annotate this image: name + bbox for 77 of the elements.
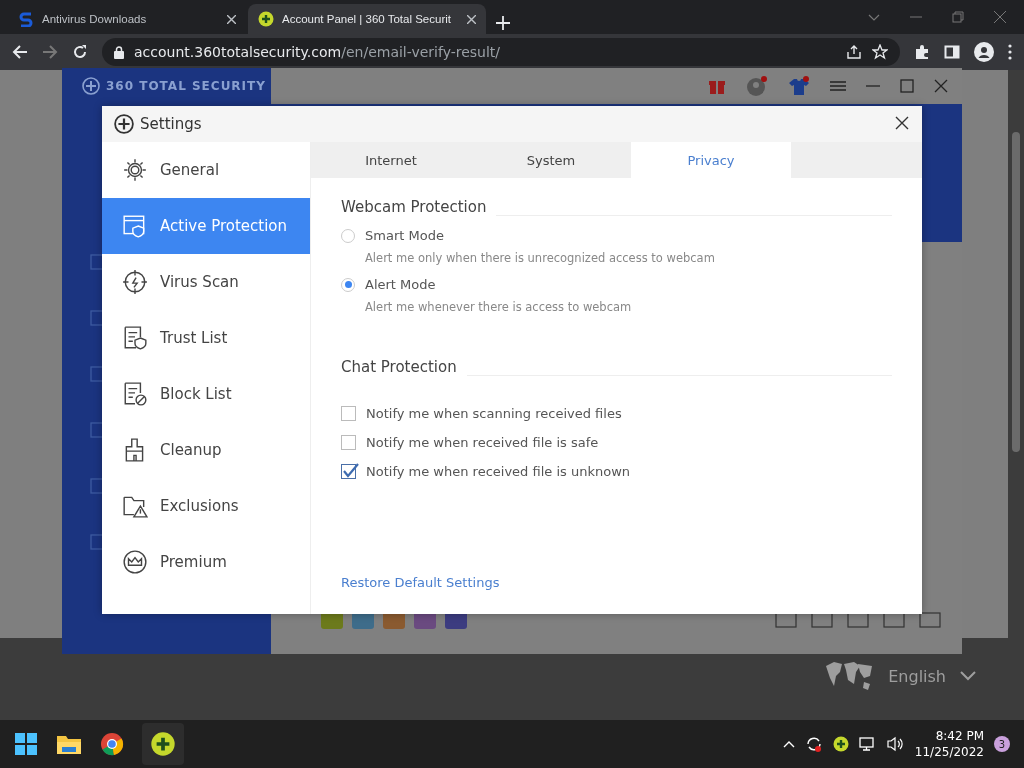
sync-icon[interactable] xyxy=(804,735,823,753)
close-icon[interactable] xyxy=(934,79,948,93)
clock-date[interactable]: 11/25/2022 xyxy=(914,744,984,760)
nav-icon xyxy=(122,549,148,575)
maximize-icon[interactable] xyxy=(900,79,914,93)
forward-icon[interactable] xyxy=(42,44,58,60)
notification-badge[interactable]: 3 xyxy=(994,736,1010,752)
brand-name: 360 TOTAL SECURITY xyxy=(106,79,266,93)
start-icon[interactable] xyxy=(14,732,38,756)
clock-time[interactable]: 8:42 PM xyxy=(935,728,984,744)
browser-tab[interactable]: Account Panel | 360 Total Securit xyxy=(248,4,486,34)
puzzle-icon[interactable] xyxy=(914,44,930,60)
radio-label: Alert Mode xyxy=(365,277,436,292)
lock-icon xyxy=(114,45,124,59)
close-icon[interactable] xyxy=(994,11,1006,23)
shield-plus-icon[interactable] xyxy=(142,723,184,765)
settings-tab[interactable]: System xyxy=(471,142,631,178)
profile-icon[interactable] xyxy=(974,42,994,62)
option-description: Alert me only when there is unrecognized access to webcam xyxy=(365,251,716,265)
logo-icon xyxy=(114,114,134,134)
option-description: Alert me whenever there is access to webcam xyxy=(365,300,633,314)
checkbox-label: Notify me when received file is unknown xyxy=(366,464,630,479)
nav-icon xyxy=(122,269,148,295)
nav-item[interactable]: Exclusions xyxy=(102,478,310,534)
shield-plus-icon[interactable] xyxy=(832,736,849,752)
url-text: account.360totalsecurity.com/en/email-verify-result/ xyxy=(134,44,501,60)
logo-icon xyxy=(82,77,100,95)
restore-defaults-link[interactable]: Restore Default Settings xyxy=(341,575,500,590)
menu-icon[interactable] xyxy=(1008,44,1012,60)
address-bar[interactable]: account.360totalsecurity.com/en/email-verify-result/ xyxy=(102,38,900,66)
nav-item[interactable]: Premium xyxy=(102,534,310,590)
checkbox[interactable] xyxy=(341,464,356,479)
close-button[interactable] xyxy=(894,116,910,132)
checkbox-label: Notify me when scanning received files xyxy=(366,406,622,421)
folder-icon[interactable] xyxy=(56,733,82,755)
nav-icon xyxy=(122,157,148,183)
chrome-icon[interactable] xyxy=(100,732,124,756)
checkbox[interactable] xyxy=(341,435,356,450)
settings-tab[interactable]: Privacy xyxy=(631,142,791,178)
new-tab-icon[interactable] xyxy=(496,16,510,30)
tab-title: Antivirus Downloads xyxy=(42,13,148,25)
nav-icon xyxy=(122,325,148,351)
share-icon[interactable] xyxy=(846,44,862,60)
dialog-title: Settings xyxy=(140,115,202,133)
tool-icon[interactable] xyxy=(918,610,942,630)
restore-icon[interactable] xyxy=(952,11,964,23)
nav-item[interactable]: Trust List xyxy=(102,310,310,366)
s-logo-icon xyxy=(18,11,34,27)
scrollbar-thumb[interactable] xyxy=(1012,132,1020,452)
chevron-up-icon[interactable] xyxy=(782,740,795,748)
checkbox[interactable] xyxy=(341,406,356,421)
language-selector[interactable]: English xyxy=(888,666,946,686)
checkbox-label: Notify me when received file is safe xyxy=(366,435,599,450)
network-icon[interactable] xyxy=(858,736,877,752)
star-icon[interactable] xyxy=(872,44,888,60)
chevron-down-icon[interactable] xyxy=(960,671,976,681)
side-panel-icon[interactable] xyxy=(944,44,960,60)
shirt-icon[interactable] xyxy=(788,75,810,97)
nav-item[interactable]: Cleanup xyxy=(102,422,310,478)
settings-tab[interactable]: Internet xyxy=(311,142,471,178)
close-tab-icon[interactable] xyxy=(227,14,236,24)
nav-item[interactable]: Block List xyxy=(102,366,310,422)
tab-title: Account Panel | 360 Total Securit xyxy=(282,13,452,25)
shield-plus-icon xyxy=(258,11,274,27)
reload-icon[interactable] xyxy=(72,44,88,60)
nav-item[interactable]: Active Protection xyxy=(102,198,310,254)
volume-icon[interactable] xyxy=(886,736,905,752)
nav-item[interactable]: Virus Scan xyxy=(102,254,310,310)
back-icon[interactable] xyxy=(12,44,28,60)
world-map-icon xyxy=(824,660,875,692)
nav-icon xyxy=(122,381,148,407)
section-heading: Chat Protection xyxy=(341,358,457,376)
radio-label: Smart Mode xyxy=(365,228,444,243)
section-heading: Webcam Protection xyxy=(341,198,487,216)
browser-tab[interactable]: Antivirus Downloads xyxy=(8,4,246,34)
close-tab-icon[interactable] xyxy=(467,14,476,24)
nav-item[interactable]: General xyxy=(102,142,310,198)
